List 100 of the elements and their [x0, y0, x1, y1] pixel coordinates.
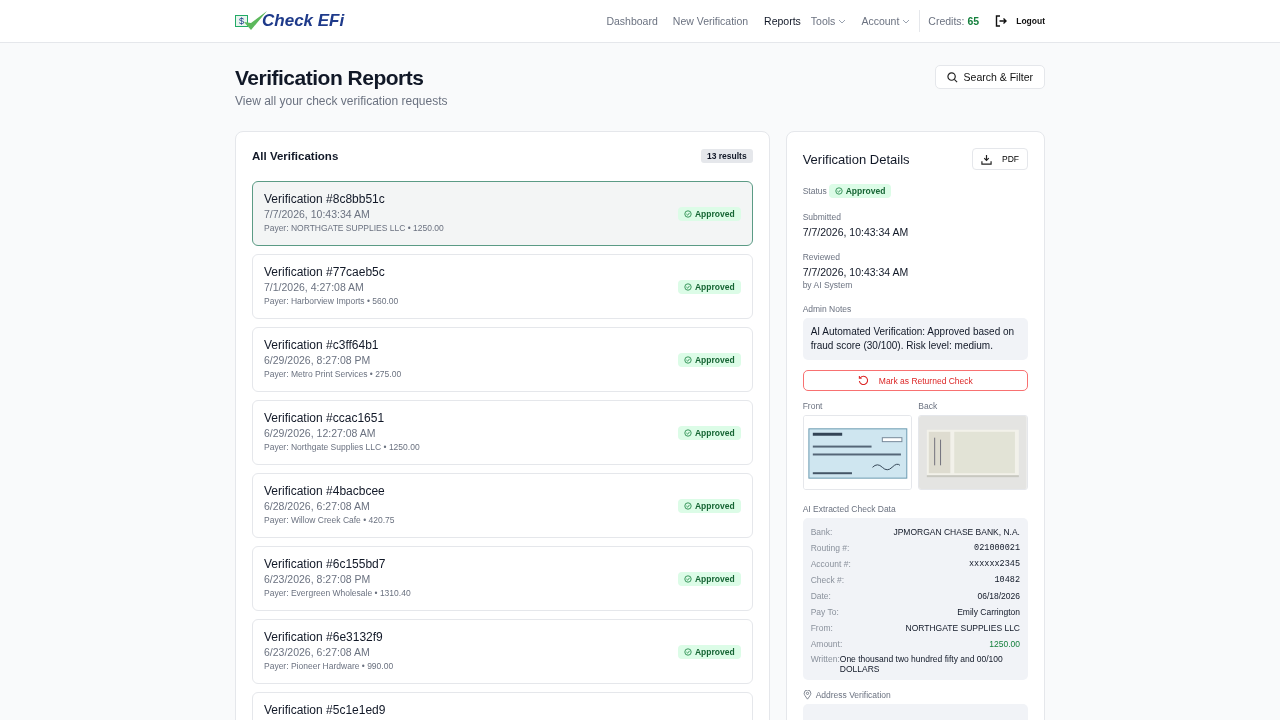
field-label: Amount:	[810, 639, 843, 649]
page-subtitle: View all your check verification requests	[235, 94, 448, 108]
field-value: JPMORGAN CHASE BANK, N.A.	[893, 527, 1020, 537]
logout-link[interactable]: Logout	[1016, 16, 1045, 26]
reviewed-date: 7/7/2026, 10:43:34 AM	[802, 266, 910, 278]
check-circle-icon	[683, 429, 692, 437]
verification-date: 6/29/2026, 12:27:08 AM	[264, 427, 377, 439]
verification-title: Verification #c3ff64b1	[264, 338, 380, 352]
field-label: Date:	[810, 591, 831, 601]
search-icon	[946, 71, 958, 83]
verification-item[interactable]: Verification #5c1e1ed9	[252, 692, 753, 720]
submitted-date: 7/7/2026, 10:43:34 AM	[802, 226, 910, 238]
field-label: Admin Notes	[802, 304, 853, 314]
status-badge: Approved	[677, 645, 741, 659]
admin-notes: AI Automated Verification: Approved based on fraud score (30/100). Risk level: medium.	[802, 318, 1028, 360]
field-label: Written:	[810, 654, 840, 664]
verification-item[interactable]: Verification #c3ff64b1 6/29/2026, 8:27:08 PM Payer: Metro Print Services • 275.00 Approved	[252, 327, 753, 392]
check-circle-icon	[683, 210, 692, 218]
nav-link[interactable]: Tools	[810, 15, 847, 27]
search-filter-button[interactable]: Search & Filter	[934, 65, 1045, 89]
section-label: AI Extracted Check Data	[802, 504, 897, 514]
page-title: Verification Reports	[235, 65, 425, 91]
location-pin-icon	[802, 690, 812, 700]
field-value: NORTHGATE SUPPLIES LLC	[905, 623, 1020, 633]
field-value: xxxxxx2345	[969, 559, 1020, 569]
verification-date: 7/1/2026, 4:27:08 AM	[264, 281, 365, 293]
field-label: From:	[810, 623, 833, 633]
field-label: Routing #:	[810, 543, 850, 553]
nav-link[interactable]: Dashboard	[606, 15, 658, 27]
field-value: 1250.00	[989, 639, 1020, 649]
field-value: 021000021	[974, 543, 1020, 553]
verification-date: 6/28/2026, 6:27:08 AM	[264, 500, 371, 512]
payer-text: Payer: Pioneer Hardware • 990.00	[264, 661, 394, 671]
undo-icon	[857, 375, 869, 386]
verification-item[interactable]: Verification #8c8bb51c 7/7/2026, 10:43:34 AM Payer: NORTHGATE SUPPLIES LLC • 1250.00 Approved	[252, 181, 753, 246]
field-value: 06/18/2026	[977, 591, 1020, 601]
verification-item[interactable]: Verification #77caeb5c 7/1/2026, 4:27:08 AM Payer: Harborview Imports • 560.00 Approved	[252, 254, 753, 319]
payer-text: Payer: Evergreen Wholesale • 1310.40	[264, 588, 411, 598]
results-count: 13 results	[700, 149, 753, 163]
nav-link[interactable]: New Verification	[672, 15, 749, 27]
field-label: Bank:	[810, 527, 833, 537]
payer-text: Payer: Willow Creek Cafe • 420.75	[264, 515, 395, 525]
status-badge: Approved	[677, 572, 741, 586]
field-label: Submitted	[802, 212, 842, 222]
field-label: Account #:	[810, 559, 851, 569]
status-badge: Approved	[828, 184, 892, 198]
pdf-button[interactable]: PDF	[972, 148, 1028, 170]
payer-text: Payer: Metro Print Services • 275.00	[264, 369, 402, 379]
verification-item[interactable]: Verification #4bacbcee 6/28/2026, 6:27:08 AM Payer: Willow Creek Cafe • 420.75 Approved	[252, 473, 753, 538]
verification-date: 6/23/2026, 6:27:08 AM	[264, 646, 371, 658]
logo-text: Check EFi	[262, 11, 345, 31]
nav-link[interactable]: Account	[861, 15, 911, 27]
verification-title: Verification #6e3132f9	[264, 630, 384, 644]
status-badge: Approved	[677, 426, 741, 440]
check-circle-icon	[683, 575, 692, 583]
verification-item[interactable]: Verification #ccac1651 6/29/2026, 12:27:08 AM Payer: Northgate Supplies LLC • 1250.00 Approved	[252, 400, 753, 465]
verification-title: Verification #8c8bb51c	[264, 192, 386, 206]
field-label: Check #:	[810, 575, 845, 585]
credits-count: 65	[967, 15, 980, 27]
verification-title: Verification #5c1e1ed9	[264, 703, 386, 717]
verification-title: Verification #6c155bd7	[264, 557, 387, 571]
payer-text: Payer: NORTHGATE SUPPLIES LLC • 1250.00	[264, 223, 444, 233]
card-title: All Verifications	[252, 150, 339, 162]
status-badge: Approved	[677, 353, 741, 367]
reviewer-text: by AI System	[802, 280, 854, 290]
chevron-down-icon	[838, 17, 847, 25]
chevron-down-icon	[902, 17, 911, 25]
field-label: Status	[802, 186, 827, 196]
status-badge: Approved	[677, 280, 741, 294]
field-label: Pay To:	[810, 607, 839, 617]
field-label: Reviewed	[802, 252, 841, 262]
image-label: Front	[802, 401, 824, 411]
verification-title: Verification #4bacbcee	[264, 484, 386, 498]
verification-date: 6/23/2026, 8:27:08 PM	[264, 573, 372, 585]
check-circle-icon	[683, 648, 692, 656]
field-value: 10482	[994, 575, 1020, 585]
mark-returned-button[interactable]: Mark as Returned Check	[802, 370, 1028, 391]
payer-text: Payer: Northgate Supplies LLC • 1250.00	[264, 442, 420, 452]
check-circle-icon	[683, 502, 692, 510]
card-title: Verification Details	[802, 151, 910, 167]
verification-item[interactable]: Verification #6e3132f9 6/23/2026, 6:27:08 AM Payer: Pioneer Hardware • 990.00 Approved	[252, 619, 753, 684]
image-label: Back	[918, 401, 939, 411]
verification-date: 7/7/2026, 10:43:34 AM	[264, 208, 371, 220]
check-circle-icon	[834, 187, 843, 195]
payer-text: Payer: Harborview Imports • 560.00	[264, 296, 399, 306]
download-icon	[981, 153, 992, 165]
check-circle-icon	[683, 283, 692, 291]
check-circle-icon	[683, 356, 692, 364]
verification-title: Verification #77caeb5c	[264, 265, 386, 279]
nav-link[interactable]: Reports	[764, 15, 801, 27]
field-value: Emily Carrington	[957, 607, 1020, 617]
verification-title: Verification #ccac1651	[264, 411, 386, 425]
logo-badge: $	[235, 15, 248, 27]
verification-date: 6/29/2026, 8:27:08 PM	[264, 354, 372, 366]
credits-label: Credits:	[928, 15, 965, 27]
verification-item[interactable]: Verification #6c155bd7 6/23/2026, 8:27:08 PM Payer: Evergreen Wholesale • 1310.40 Approved	[252, 546, 753, 611]
logout-icon[interactable]	[995, 15, 1008, 27]
status-badge: Approved	[677, 499, 741, 513]
status-badge: Approved	[677, 207, 741, 221]
section-label: Address Verification	[815, 690, 891, 700]
